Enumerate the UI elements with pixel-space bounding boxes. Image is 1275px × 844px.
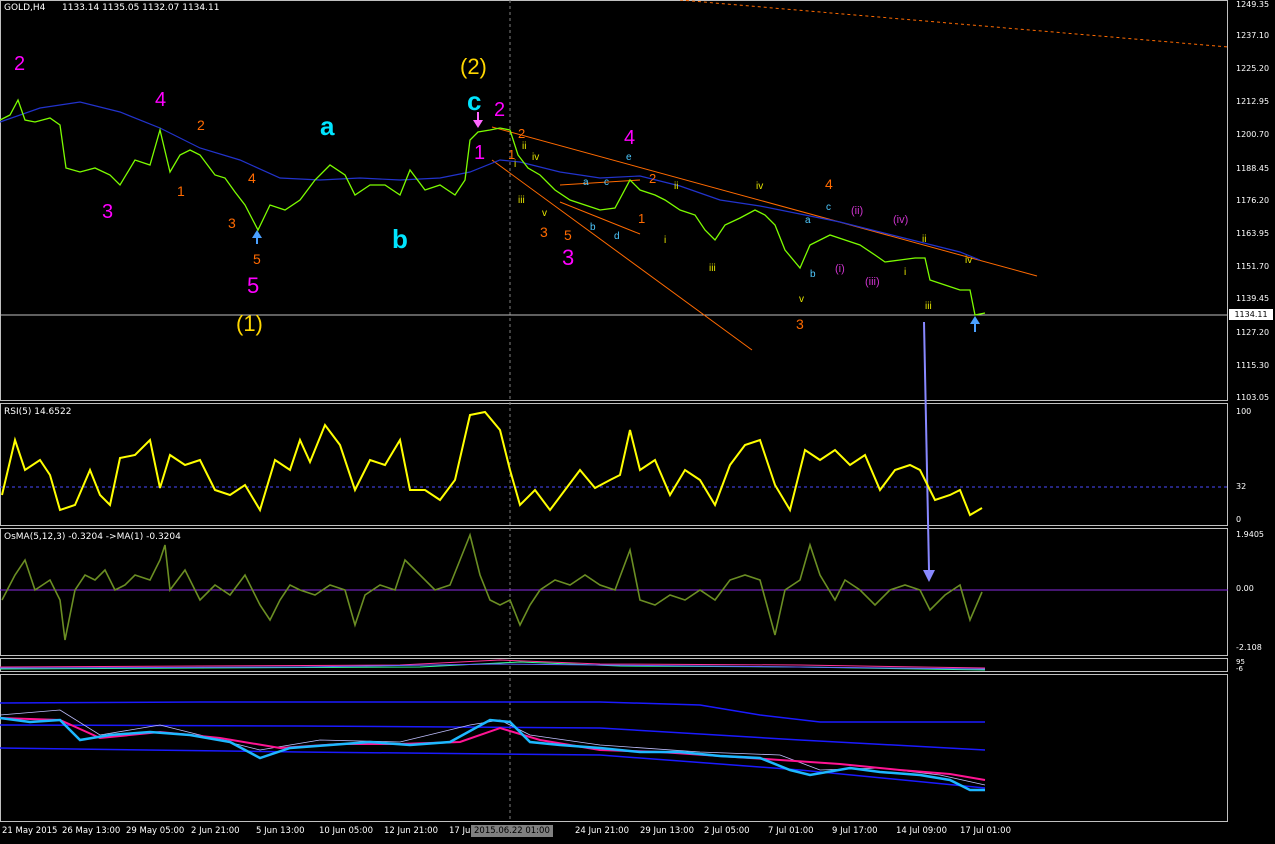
- wave-label: iii: [709, 263, 716, 274]
- chart-canvas: [0, 0, 1229, 822]
- wave-label: d: [614, 231, 620, 242]
- time-tick: 26 May 13:00: [62, 826, 121, 836]
- osma-tick: -2.108: [1236, 643, 1262, 652]
- wave-label: 4: [624, 127, 636, 149]
- price-tick: 1188.45: [1236, 164, 1270, 173]
- time-tick: 17 Jul: [449, 826, 473, 836]
- price-tick: 1115.30: [1236, 361, 1270, 370]
- time-tick: 29 Jun 13:00: [640, 826, 694, 836]
- time-tick: 2 Jun 21:00: [191, 826, 240, 836]
- wave-label: (1): [236, 311, 263, 336]
- chart-title: GOLD,H4: [4, 3, 46, 13]
- wave-label: ii: [522, 141, 527, 152]
- wave-label: v: [542, 208, 547, 219]
- time-tick: 10 Jun 05:00: [319, 826, 373, 836]
- wave-label: (iii): [865, 276, 880, 288]
- wave-label: a: [583, 177, 589, 188]
- wave-label: (ii): [851, 205, 864, 217]
- wave-label: a: [320, 111, 335, 141]
- stoch-tick: -6: [1236, 665, 1243, 673]
- wave-label: ii: [922, 234, 927, 245]
- price-tick: 1249.35: [1236, 0, 1270, 9]
- rsi-tick: 0: [1236, 515, 1242, 524]
- wave-label: 4: [825, 176, 833, 192]
- time-tick: 29 May 05:00: [126, 826, 185, 836]
- wave-label: iii: [518, 195, 525, 206]
- wave-label: a: [805, 215, 811, 226]
- wave-label: b: [392, 224, 408, 254]
- time-tick: 24 Jun 21:00: [575, 826, 629, 836]
- wave-label: 1: [638, 211, 646, 226]
- wave-label: i: [514, 159, 517, 170]
- price-tick: 1151.70: [1236, 262, 1270, 271]
- price-tick: 1127.20: [1236, 328, 1270, 337]
- osma-label: OsMA(5,12,3) -0.3204 ->MA(1) -0.3204: [4, 532, 181, 542]
- wave-label: b: [590, 222, 596, 233]
- time-tick: 7 Jul 01:00: [768, 826, 814, 836]
- price-tick: 1212.95: [1236, 97, 1270, 106]
- wave-label: iv: [532, 152, 540, 163]
- wave-label: c: [826, 202, 831, 213]
- wave-label: (i): [835, 263, 845, 275]
- rsi-tick: 32: [1236, 482, 1247, 491]
- wave-label: iv: [756, 181, 764, 192]
- wave-label: 3: [228, 215, 236, 231]
- wave-label: 2: [649, 171, 657, 186]
- price-tick: 1237.10: [1236, 31, 1270, 40]
- price-tick: 1225.20: [1236, 64, 1270, 73]
- current-price-label: 1134.11: [1229, 309, 1273, 320]
- time-tick: 12 Jun 21:00: [384, 826, 438, 836]
- wave-label: 5: [247, 273, 260, 298]
- price-tick: 1163.95: [1236, 229, 1270, 238]
- wave-label: 2: [518, 126, 526, 141]
- rsi-label: RSI(5) 14.6522: [4, 407, 72, 417]
- wave-label: 2: [14, 53, 26, 75]
- osma-tick: 0.00: [1236, 584, 1254, 593]
- time-tick: 9 Jul 17:00: [832, 826, 878, 836]
- price-tick: 1103.05: [1236, 393, 1270, 402]
- wave-label: iii: [925, 301, 932, 312]
- wave-label: e: [626, 152, 632, 163]
- wave-label: 4: [248, 170, 256, 186]
- wave-label: 4: [155, 89, 167, 111]
- wave-label: 3: [796, 316, 804, 332]
- wave-label: 1: [177, 183, 185, 199]
- time-tick: 14 Jul 09:00: [896, 826, 947, 836]
- price-tick: 1176.20: [1236, 196, 1270, 205]
- wave-label: (iv): [893, 214, 909, 226]
- time-tick: 5 Jun 13:00: [256, 826, 305, 836]
- wave-label: c: [604, 177, 609, 188]
- time-tick: 21 May 2015: [2, 826, 58, 836]
- wave-label: c: [467, 86, 482, 116]
- wave-label: 3: [540, 224, 548, 240]
- wave-label: 2: [494, 99, 506, 121]
- wave-label: iv: [965, 255, 973, 266]
- price-tick: 1139.45: [1236, 294, 1270, 303]
- crosshair-date-label: 2015.06.22 01:00: [471, 825, 553, 837]
- wave-label: ii: [674, 181, 679, 192]
- wave-label: 5: [253, 251, 261, 267]
- wave-label: v: [799, 294, 804, 305]
- wave-label: 1: [474, 142, 486, 164]
- wave-label: (2): [460, 54, 487, 79]
- wave-label: i: [904, 267, 907, 278]
- wave-label: 3: [102, 201, 114, 223]
- wave-label: 5: [564, 227, 572, 243]
- osma-tick: 1.9405: [1236, 530, 1264, 539]
- ohlc-values: 1133.14 1135.05 1132.07 1134.11: [62, 3, 220, 13]
- wave-label: i: [664, 235, 667, 246]
- time-tick: 17 Jul 01:00: [960, 826, 1011, 836]
- time-tick: 2 Jul 05:00: [704, 826, 750, 836]
- wave-label: b: [810, 269, 816, 280]
- wave-label: 3: [562, 245, 575, 270]
- rsi-tick: 100: [1236, 407, 1252, 416]
- wave-label: 2: [197, 117, 205, 133]
- price-tick: 1200.70: [1236, 130, 1270, 139]
